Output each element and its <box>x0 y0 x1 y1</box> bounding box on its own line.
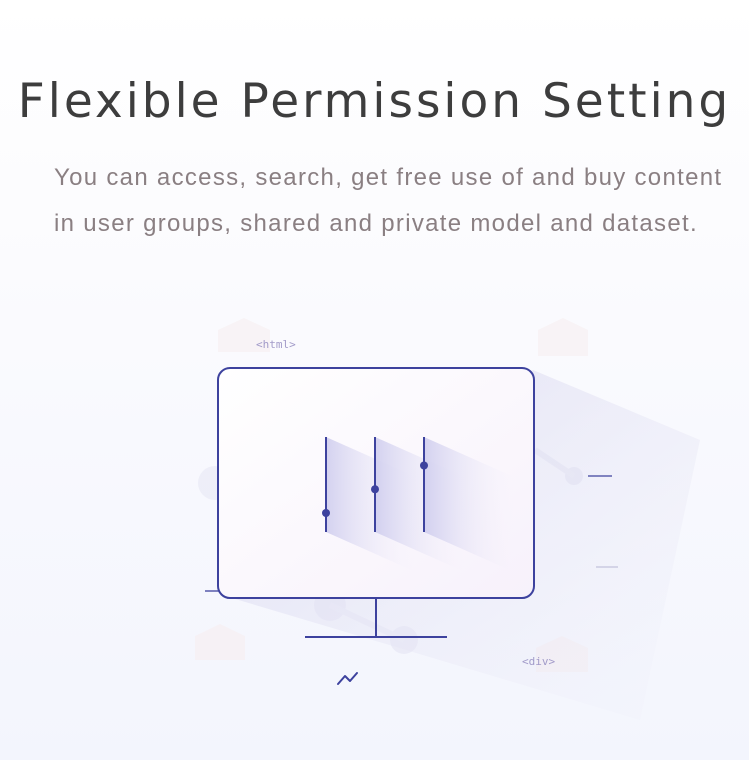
slider-knob <box>322 509 330 517</box>
slider-knob <box>420 461 428 470</box>
html-tag-label: <html> <box>256 338 296 351</box>
page-title: Flexible Permission Setting <box>17 74 732 129</box>
permission-illustration: <html> <div> <box>195 318 700 720</box>
page-description: You can access, search, get free use of … <box>54 164 723 237</box>
trend-line-icon <box>337 672 358 685</box>
div-tag-label: <div> <box>522 655 555 668</box>
slider-knob <box>371 485 379 494</box>
